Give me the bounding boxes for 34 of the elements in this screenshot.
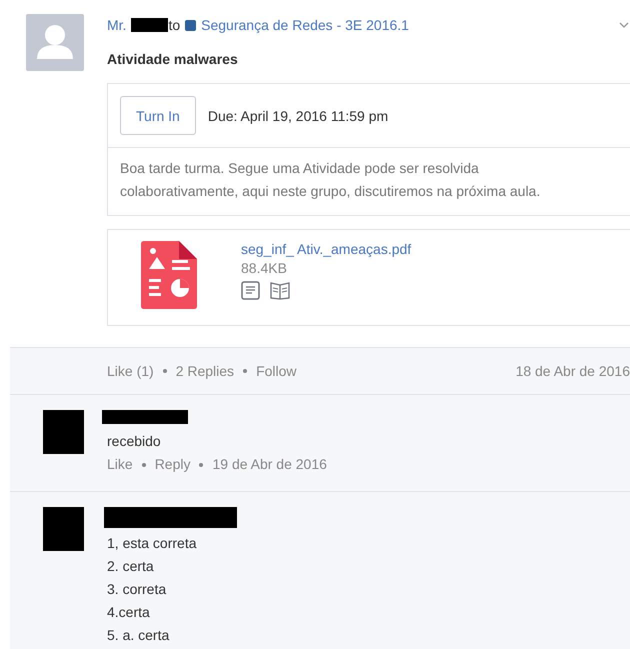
reply-text: 5. a. certa	[107, 626, 170, 645]
group-link[interactable]: Segurança de Redes - 3E 2016.1	[201, 17, 409, 33]
post-action-link[interactable]: Follow	[256, 363, 297, 379]
reply-text: 1, esta correta	[107, 534, 198, 553]
separator-dot-icon	[162, 369, 167, 373]
reply-text: 4.certa	[107, 603, 151, 622]
file-size: 88.4KB	[241, 260, 288, 276]
redaction-mark	[131, 18, 168, 32]
post-date: 18 de Abr de 2016	[516, 363, 630, 379]
reply-action-link[interactable]: Like	[107, 453, 133, 476]
post-action-link[interactable]: 2 Replies	[176, 363, 234, 379]
post-body: Boa tarde turma. Segue uma Atividade pode ser resolvida colaborativamente, aqui neste grupo, discutiremos na próxima aula.	[119, 159, 542, 201]
group-icon	[185, 20, 196, 30]
pdf-file-icon	[141, 241, 197, 309]
avatar-icon	[26, 14, 84, 71]
separator-dot-icon	[199, 462, 204, 466]
author-prefix: Mr.	[107, 17, 126, 33]
turn-in-button[interactable]: Turn In	[120, 96, 196, 135]
attachment-link[interactable]: seg_inf_ Ativ._ameaças.pdf	[241, 241, 412, 257]
reply-action-link[interactable]: Reply	[154, 453, 190, 476]
separator-dot-icon	[243, 369, 248, 373]
document-icon[interactable]	[241, 281, 260, 300]
redaction-mark	[43, 410, 84, 454]
post-action-link[interactable]: Like (1)	[107, 363, 154, 379]
reply-date: 19 de Abr de 2016	[212, 455, 327, 474]
redaction-mark	[43, 507, 84, 551]
author-suffix: to	[168, 17, 180, 33]
reply-text: 3. correta	[107, 580, 168, 599]
due-date: Due: April 19, 2016 11:59 pm	[208, 108, 388, 124]
open-book-icon[interactable]	[270, 281, 290, 300]
reply-text: recebido	[107, 432, 162, 451]
post-title: Atividade malwares	[107, 51, 239, 67]
separator-dot-icon	[142, 462, 146, 466]
reply-text: 2. certa	[107, 557, 155, 576]
